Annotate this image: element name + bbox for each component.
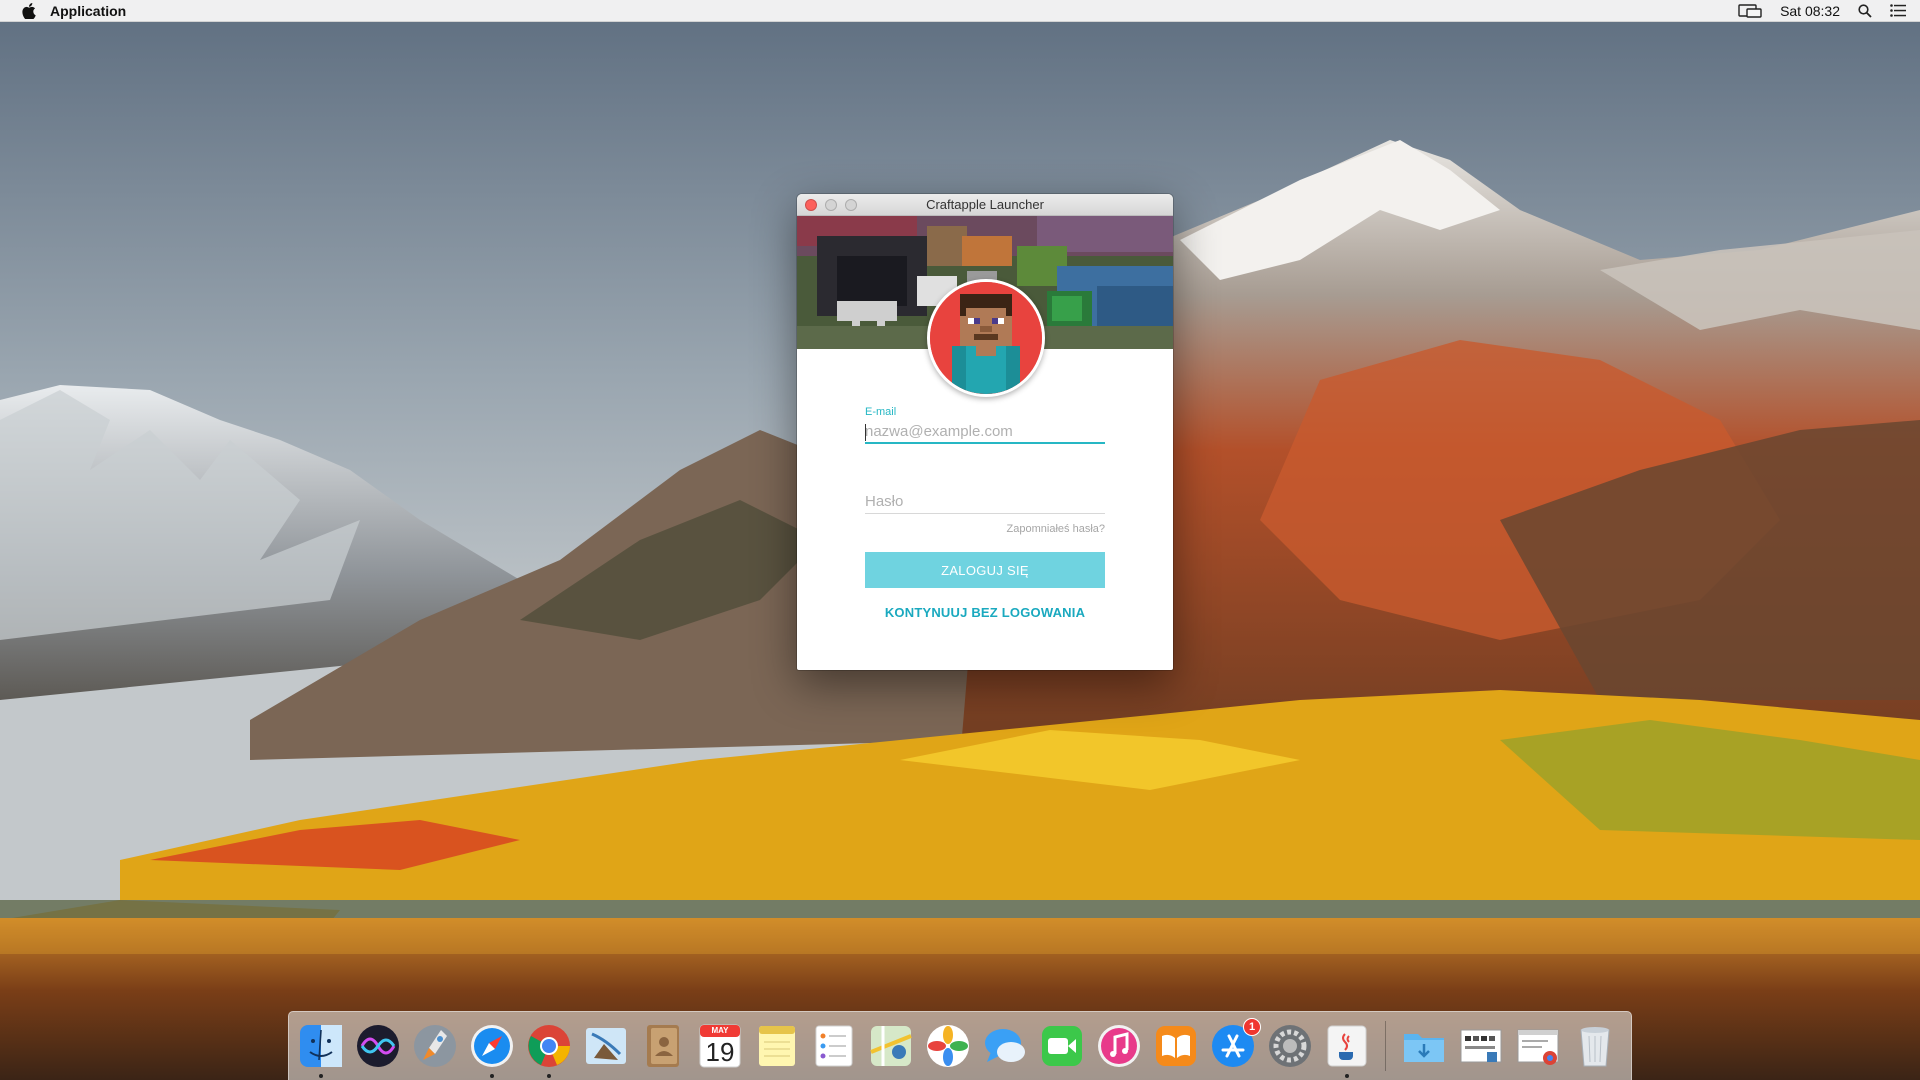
calendar-day: 19 [705, 1037, 735, 1067]
notification-center-icon[interactable] [1890, 4, 1906, 17]
downloads-folder-icon[interactable] [1400, 1022, 1448, 1070]
chrome-icon[interactable] [525, 1022, 573, 1078]
safari-icon[interactable] [468, 1022, 516, 1078]
email-label: E-mail [865, 406, 897, 418]
finder-icon[interactable] [297, 1022, 345, 1078]
menu-bar: Application Sat 08:32 [0, 0, 1920, 22]
text-caret [865, 424, 866, 441]
facetime-icon[interactable] [1038, 1022, 1086, 1070]
launchpad-icon[interactable] [411, 1022, 459, 1070]
login-button[interactable]: ZALOGUJ SIĘ [865, 552, 1105, 588]
display-mirroring-icon[interactable] [1738, 3, 1762, 18]
password-field-group [865, 490, 1105, 514]
messages-icon[interactable] [981, 1022, 1029, 1070]
screenshot-stack-icon[interactable] [1457, 1022, 1505, 1070]
system-preferences-icon[interactable] [1266, 1022, 1314, 1070]
trash-icon[interactable] [1571, 1022, 1619, 1070]
mail-icon[interactable] [582, 1022, 630, 1070]
password-input[interactable] [865, 490, 1105, 514]
itunes-icon[interactable] [1095, 1022, 1143, 1070]
app-name-menu[interactable]: Application [50, 3, 126, 19]
spotlight-search-icon[interactable] [1858, 3, 1872, 18]
chrome-document-icon[interactable] [1514, 1022, 1562, 1070]
ibooks-icon[interactable] [1152, 1022, 1200, 1070]
dock-separator [1385, 1021, 1386, 1071]
menu-bar-clock[interactable]: Sat 08:32 [1780, 3, 1840, 19]
calendar-month: MAY [711, 1026, 729, 1035]
continue-without-login-link[interactable]: KONTYNUUJ BEZ LOGOWANIA [865, 605, 1105, 620]
close-window-button[interactable] [805, 199, 817, 211]
siri-icon[interactable] [354, 1022, 402, 1070]
notes-icon[interactable] [753, 1022, 801, 1070]
window-title: Craftapple Launcher [926, 197, 1044, 212]
app-store-badge: 1 [1243, 1018, 1261, 1036]
contacts-icon[interactable] [639, 1022, 687, 1070]
email-input[interactable] [865, 420, 1105, 444]
zoom-window-button[interactable] [845, 199, 857, 211]
photos-icon[interactable] [924, 1022, 972, 1070]
forgot-password-link[interactable]: Zapomniałeś hasła? [865, 523, 1105, 535]
apple-icon[interactable] [18, 0, 40, 22]
reminders-icon[interactable] [810, 1022, 858, 1070]
calendar-icon[interactable]: MAY 19 [696, 1022, 744, 1070]
maps-icon[interactable] [867, 1022, 915, 1070]
email-field-group: E-mail [865, 406, 1105, 444]
window-controls [805, 199, 865, 211]
login-form: E-mail Zapomniałeś hasła? ZALOGUJ SIĘ KO… [865, 406, 1105, 620]
java-icon[interactable] [1323, 1022, 1371, 1078]
dock: MAY 19 1 [288, 1011, 1632, 1080]
launcher-window: Craftapple Launcher E-mail nazwa@example… [797, 194, 1173, 670]
user-avatar [927, 279, 1045, 397]
window-titlebar[interactable]: Craftapple Launcher [797, 194, 1173, 216]
minimize-window-button[interactable] [825, 199, 837, 211]
app-store-icon[interactable]: 1 [1209, 1018, 1261, 1070]
